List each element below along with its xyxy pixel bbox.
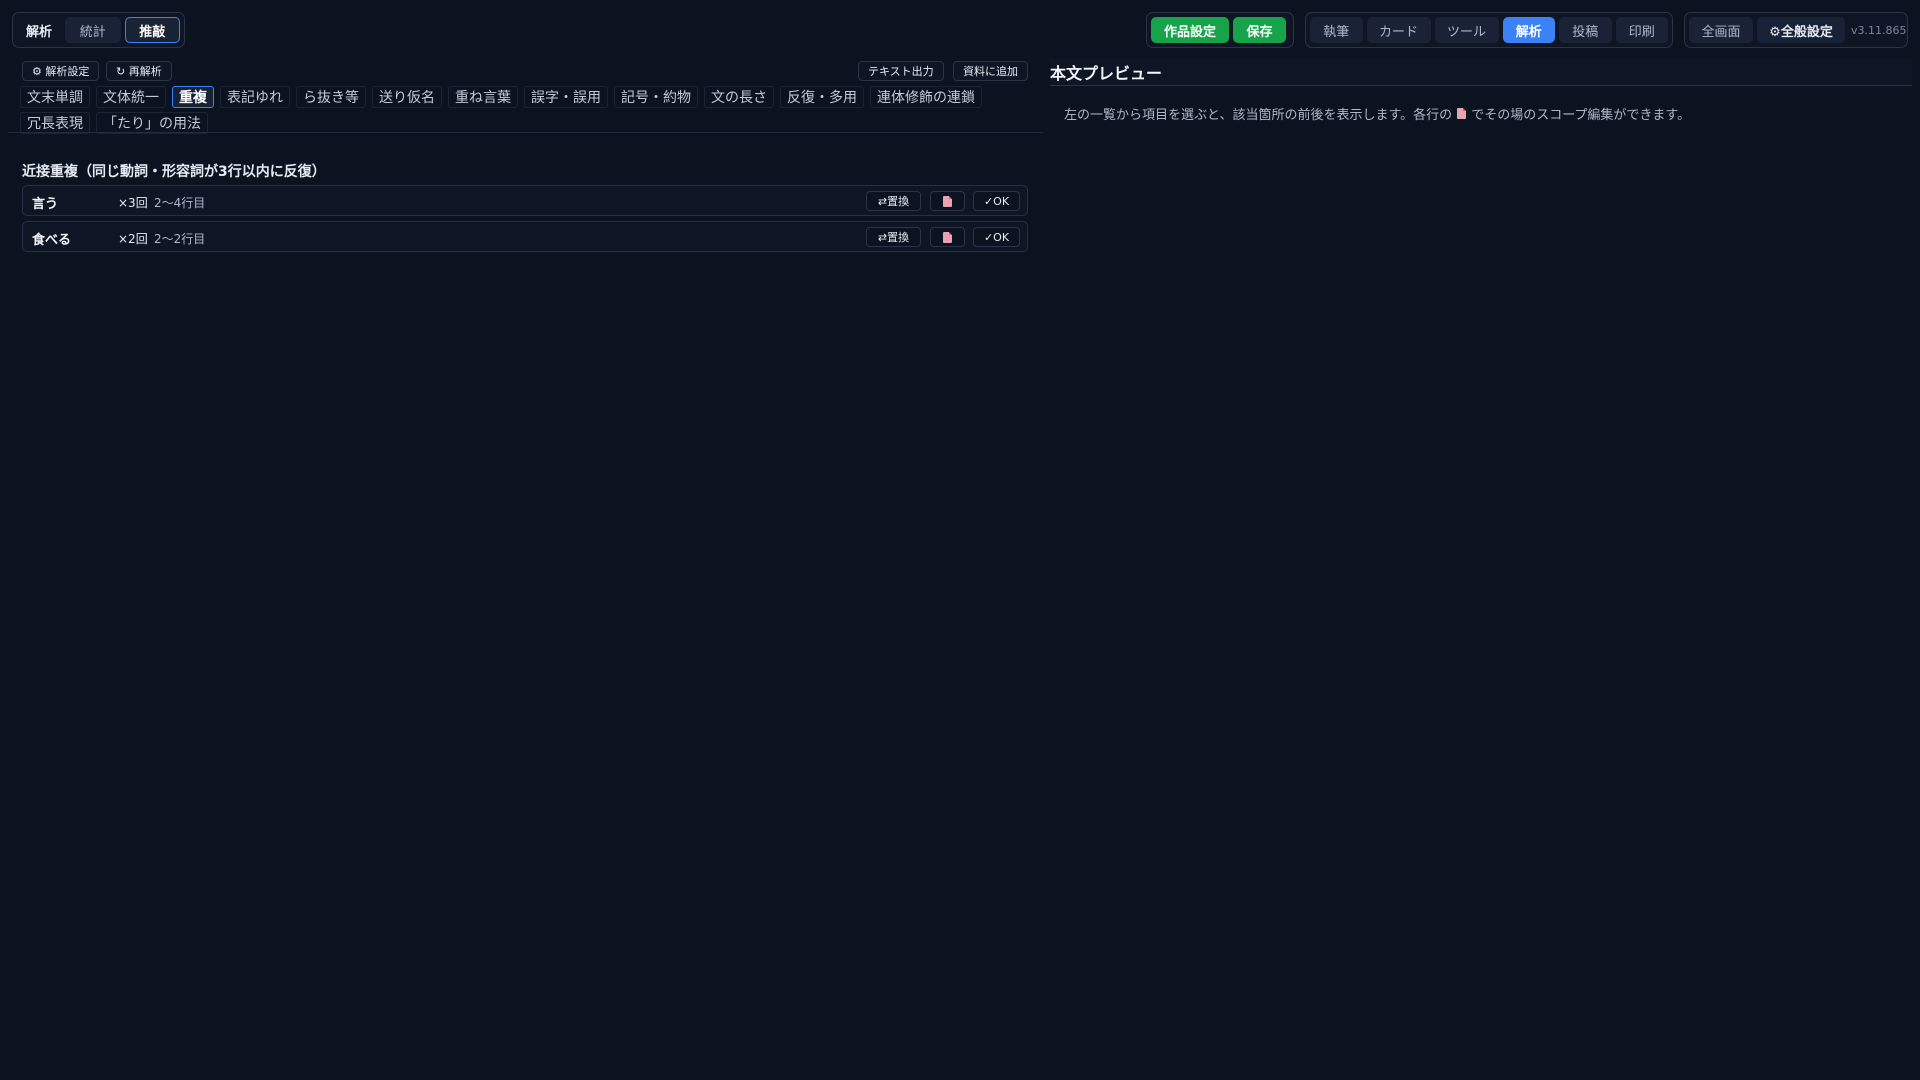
replace-button[interactable]: ⇄置換 [866,191,921,211]
preview-message-before: 左の一覧から項目を選ぶと、該当箇所の前後を表示します。各行の [1064,108,1453,123]
result-word: 食べる [32,233,72,248]
add-to-docs-button[interactable]: 資料に追加 [953,61,1028,81]
scope-edit-button[interactable] [930,227,965,247]
version-label: v3.11.865 [1851,23,1907,37]
result-count: ×2回 [118,232,148,246]
result-lines: 2〜4行目 [154,196,206,210]
check-tab-sentence-ending[interactable]: 文末単調 [20,86,90,108]
fullscreen-button[interactable]: 全画面 [1689,17,1753,43]
reanalyze-button[interactable]: ↻ 再解析 [106,61,172,81]
document-icon [1457,108,1467,119]
project-settings-button[interactable]: 作品設定 [1151,17,1229,43]
preview-message: 左の一覧から項目を選ぶと、該当箇所の前後を表示します。各行の でその場のスコープ… [1064,104,1690,123]
results-section-title: 近接重複（同じ動詞・形容詞が3行以内に反復） [22,164,326,180]
preview-message-after: でその場のスコープ編集ができます。 [1471,108,1691,123]
mode-tab-posting[interactable]: 投稿 [1559,17,1612,43]
tab-analysis[interactable]: 解析 [17,17,61,43]
global-settings-button[interactable]: ⚙全般設定 [1757,17,1845,43]
view-switcher: 解析 統計 推敲 [12,12,185,48]
mode-tab-tools[interactable]: ツール [1434,17,1499,43]
window-actions: 全画面 ⚙全般設定 v3.11.865 [1684,12,1908,48]
analysis-settings-button[interactable]: ⚙ 解析設定 [22,61,100,81]
document-icon [943,195,952,207]
replace-button[interactable]: ⇄置換 [866,227,921,247]
scope-edit-button[interactable] [930,191,965,211]
ok-button[interactable]: ✓OK [973,191,1020,211]
document-icon [943,231,952,243]
check-tab-symbols[interactable]: 記号・約物 [614,86,698,108]
text-export-button[interactable]: テキスト出力 [858,61,944,81]
mode-tabs: 執筆 カード ツール 解析 投稿 印刷 [1305,12,1673,48]
tab-revision[interactable]: 推敲 [124,17,180,43]
check-category-tabs: 文末単調 文体統一 重複 表記ゆれ ら抜き等 送り仮名 重ね言葉 誤字・誤用 記… [20,86,1030,134]
result-word: 言う [32,197,59,212]
check-tab-typos[interactable]: 誤字・誤用 [524,86,608,108]
tabs-divider [8,132,1043,133]
project-actions: 作品設定 保存 [1146,12,1294,48]
mode-tab-cards[interactable]: カード [1366,17,1431,43]
save-button[interactable]: 保存 [1233,17,1286,43]
check-tab-repetition[interactable]: 反復・多用 [780,86,864,108]
result-lines: 2〜2行目 [154,232,206,246]
check-tab-verbose[interactable]: 冗長表現 [20,112,90,134]
check-tab-notation[interactable]: 表記ゆれ [220,86,290,108]
check-tab-sentence-length[interactable]: 文の長さ [704,86,774,108]
check-tab-redundant-words[interactable]: 重ね言葉 [448,86,518,108]
ok-button[interactable]: ✓OK [973,227,1020,247]
check-tab-ra-nuki[interactable]: ら抜き等 [296,86,366,108]
mode-tab-print[interactable]: 印刷 [1615,17,1668,43]
check-tab-duplicates[interactable]: 重複 [172,86,214,108]
check-tab-modifier-chain[interactable]: 連体修飾の連鎖 [870,86,982,108]
result-row[interactable]: 言う ×3回 2〜4行目 ⇄置換 ✓OK [22,185,1028,216]
check-tab-okurigana[interactable]: 送り仮名 [372,86,442,108]
result-row[interactable]: 食べる ×2回 2〜2行目 ⇄置換 ✓OK [22,221,1028,252]
tab-statistics[interactable]: 統計 [65,17,121,43]
result-count: ×3回 [118,196,148,210]
mode-tab-analysis[interactable]: 解析 [1502,17,1555,43]
check-tab-tari-usage[interactable]: 「たり」の用法 [96,112,208,134]
check-tab-style-unify[interactable]: 文体統一 [96,86,166,108]
mode-tab-writing[interactable]: 執筆 [1310,17,1363,43]
preview-title: 本文プレビュー [1050,58,1912,86]
